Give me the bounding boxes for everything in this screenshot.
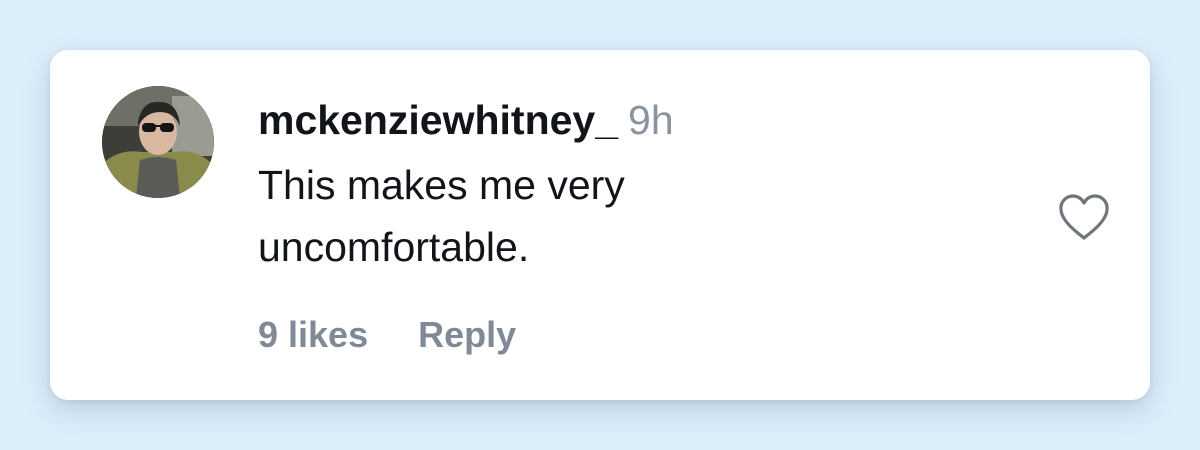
comment-header: mckenziewhitney_ 9h — [258, 94, 1018, 146]
comment-timestamp[interactable]: 9h — [628, 97, 674, 143]
heart-outline-icon — [1059, 194, 1109, 240]
username[interactable]: mckenziewhitney_ — [258, 97, 618, 143]
like-button[interactable] — [1056, 192, 1112, 244]
avatar-photo — [102, 86, 214, 198]
likes-count[interactable]: 9 likes — [258, 312, 368, 358]
comment-body: mckenziewhitney_ 9h This makes me very un… — [258, 94, 1018, 278]
reply-button[interactable]: Reply — [418, 312, 516, 358]
comment-card: mckenziewhitney_ 9h This makes me very un… — [50, 50, 1150, 400]
avatar[interactable] — [102, 86, 214, 198]
comment-text: This makes me very uncomfortable. — [258, 162, 625, 270]
comment-actions: 9 likes Reply — [258, 312, 516, 358]
